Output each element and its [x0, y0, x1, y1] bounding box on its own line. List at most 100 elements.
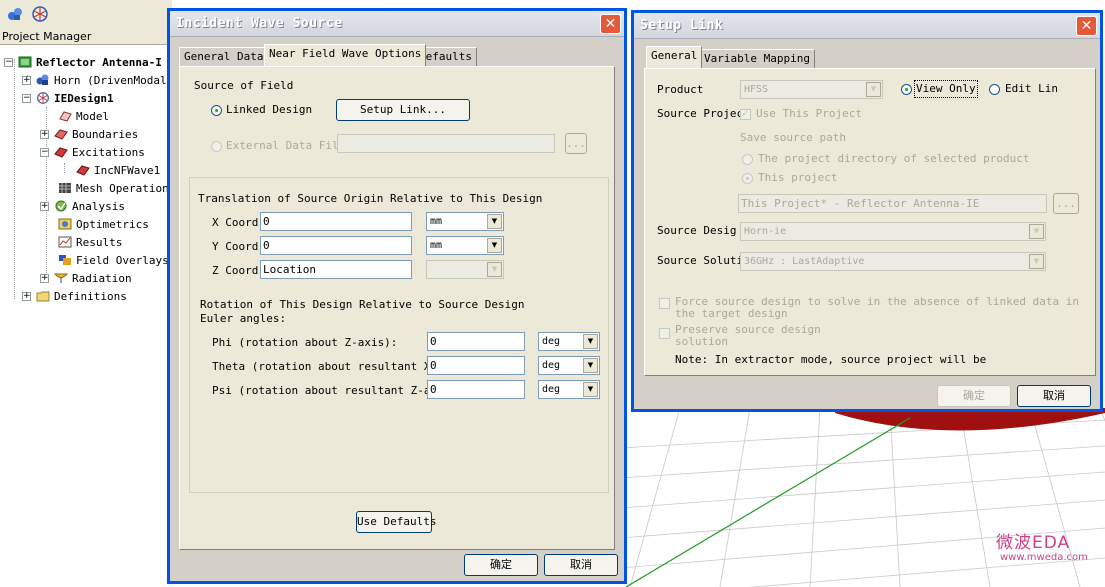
project-manager-toolbar — [0, 0, 172, 30]
force-solve-checkbox[interactable] — [659, 298, 670, 309]
ie-design-icon[interactable] — [32, 6, 48, 22]
incident-dialog-title: Incident Wave Source — [176, 16, 343, 31]
force-solve-label-line2: the target design — [675, 307, 788, 320]
euler-angles-label: Euler angles: — [200, 312, 287, 325]
setup-link-button[interactable]: Setup Link... — [336, 99, 470, 121]
mesh-icon — [59, 183, 71, 193]
this-project-radio[interactable] — [742, 173, 753, 184]
x-unit-select[interactable]: mm ▼ — [426, 212, 504, 231]
ok-button[interactable]: 确定 — [464, 554, 538, 576]
boundaries-icon — [54, 129, 68, 140]
expand-icon[interactable]: + — [22, 76, 31, 85]
x-coord-label: X Coord — [212, 216, 259, 229]
chevron-down-icon[interactable]: ▼ — [583, 334, 598, 349]
edit-link-radio[interactable] — [989, 84, 1000, 95]
expand-icon[interactable]: + — [40, 202, 49, 211]
save-source-path-label: Save source path — [740, 131, 846, 144]
z-coord-label: Z Coord — [212, 264, 259, 277]
project-manager-title: Project Manager — [0, 30, 172, 44]
product-label: Product — [657, 83, 704, 96]
y-coord-input[interactable]: 0 — [260, 236, 412, 255]
theta-label: Theta (rotation about resultant X-ax — [212, 360, 427, 373]
z-unit-select[interactable]: ▼ — [426, 260, 504, 279]
cancel-button[interactable]: 取消 — [544, 554, 618, 576]
source-design-select[interactable]: Horn-ie ▼ — [740, 222, 1046, 241]
optimetrics-icon — [58, 218, 72, 230]
cancel-button[interactable]: 取消 — [1017, 385, 1091, 407]
watermark: 微波EDA www.mweda.com — [996, 528, 1104, 568]
chevron-down-icon: ▼ — [1029, 254, 1044, 269]
collapse-icon[interactable]: − — [40, 148, 49, 157]
wave-excitation-icon — [76, 165, 90, 176]
tab-variable-mapping[interactable]: Variable Mapping — [699, 49, 815, 69]
general-panel: Product HFSS ▼ View Only Edit Lin Source … — [644, 68, 1096, 376]
tree-node-results[interactable]: Results — [58, 235, 122, 251]
source-solution-select[interactable]: 36GHz : LastAdaptive ▼ — [740, 252, 1046, 271]
expand-icon[interactable]: + — [40, 274, 49, 283]
psi-input[interactable]: 0 — [427, 380, 525, 399]
use-this-project-checkbox[interactable]: ✓ — [740, 109, 751, 120]
collapse-icon[interactable]: − — [22, 94, 31, 103]
y-axis-line — [625, 417, 911, 587]
product-select[interactable]: HFSS ▼ — [740, 80, 883, 99]
translation-header: Translation of Source Origin Relative to… — [198, 192, 543, 205]
linked-design-radio[interactable] — [211, 105, 222, 116]
ok-button[interactable]: 确定 — [937, 385, 1011, 407]
results-icon — [58, 236, 72, 248]
tree-node-model[interactable]: Model — [58, 109, 109, 125]
near-field-options-panel: Source of Field Linked Design Setup Link… — [179, 66, 615, 550]
collapse-icon[interactable]: − — [4, 58, 13, 67]
tree-node-mesh-operations[interactable]: Mesh Operations — [58, 181, 172, 197]
preserve-solution-label: Preserve source design solution — [675, 324, 821, 348]
external-file-path-field[interactable] — [337, 134, 555, 153]
tab-general-data[interactable]: General Data — [179, 47, 269, 67]
view-only-radio[interactable] — [901, 84, 912, 95]
field-overlays-icon — [59, 255, 71, 265]
expand-icon[interactable]: + — [40, 130, 49, 139]
this-project-label: This project — [758, 171, 838, 184]
browse-file-button[interactable]: ... — [565, 133, 587, 154]
use-defaults-button[interactable]: Use Defaults — [356, 511, 436, 533]
source-design-label: Source Desig — [657, 224, 737, 237]
incident-dialog-titlebar[interactable]: Incident Wave Source ✕ — [170, 11, 624, 37]
chevron-down-icon: ▼ — [866, 82, 881, 97]
linked-design-label: Linked Design — [226, 103, 313, 116]
phi-unit-select[interactable]: deg ▼ — [538, 332, 600, 351]
tab-near-field-wave-options[interactable]: Near Field Wave Options — [264, 44, 427, 66]
folder-icon — [36, 291, 50, 302]
theta-input[interactable]: 0 — [427, 356, 525, 375]
browse-project-button[interactable]: ... — [1053, 193, 1079, 214]
models-icon[interactable] — [7, 6, 23, 22]
hfss-design-icon — [36, 74, 49, 85]
project-tree[interactable]: − Reflector Antenna-I + Horn (DrivenModa… — [0, 44, 172, 587]
external-data-file-radio[interactable] — [211, 141, 222, 152]
z-coord-input[interactable]: Location — [260, 260, 412, 279]
psi-unit-select[interactable]: deg ▼ — [538, 380, 600, 399]
project-directory-radio[interactable] — [742, 154, 753, 165]
tab-general[interactable]: General — [646, 46, 703, 68]
tree-node-incnfwave[interactable]: IncNFWave1 — [76, 163, 160, 179]
close-icon[interactable]: ✕ — [1076, 16, 1097, 36]
setup-link-dialog: Setup Link ✕ General Variable Mapping Pr… — [631, 10, 1103, 412]
watermark-url: www.mweda.com — [1000, 552, 1088, 563]
close-icon[interactable]: ✕ — [600, 14, 621, 34]
phi-input[interactable]: 0 — [427, 332, 525, 351]
setup-link-title: Setup Link — [640, 18, 724, 33]
tree-node-optimetrics[interactable]: Optimetrics — [58, 217, 149, 233]
project-path-field[interactable]: This Project* - Reflector Antenna-IE — [738, 194, 1047, 213]
chevron-down-icon: ▼ — [1029, 224, 1044, 239]
theta-unit-select[interactable]: deg ▼ — [538, 356, 600, 375]
chevron-down-icon[interactable]: ▼ — [487, 214, 502, 229]
external-data-file-label: External Data File — [226, 139, 346, 152]
expand-icon[interactable]: + — [22, 292, 31, 301]
tree-node-field-overlays[interactable]: Field Overlays — [58, 253, 169, 269]
preserve-solution-checkbox[interactable] — [659, 328, 670, 339]
chevron-down-icon[interactable]: ▼ — [487, 238, 502, 253]
x-coord-input[interactable]: 0 — [260, 212, 412, 231]
extractor-mode-note: Note: In extractor mode, source project … — [675, 353, 987, 366]
edit-link-label: Edit Lin — [1005, 82, 1058, 95]
setup-link-titlebar[interactable]: Setup Link ✕ — [634, 13, 1100, 39]
chevron-down-icon[interactable]: ▼ — [583, 358, 598, 373]
y-unit-select[interactable]: mm ▼ — [426, 236, 504, 255]
chevron-down-icon[interactable]: ▼ — [583, 382, 598, 397]
